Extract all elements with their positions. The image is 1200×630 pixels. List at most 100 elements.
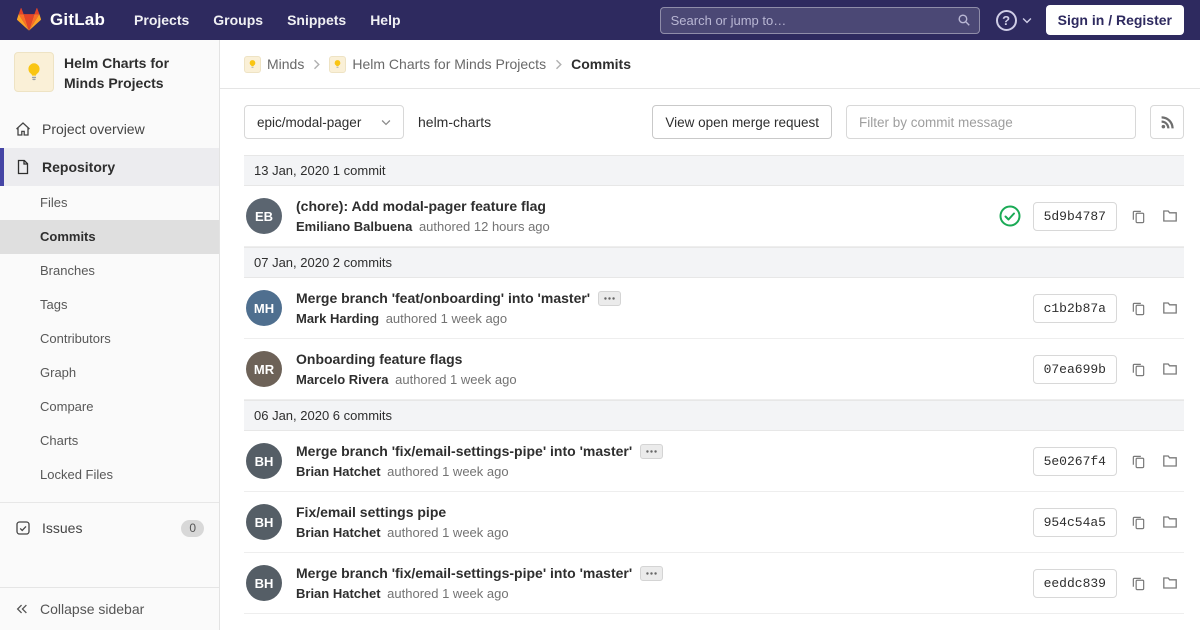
author-avatar[interactable]: BH	[246, 565, 282, 601]
avatar-initials: EB	[254, 208, 274, 224]
author-avatar[interactable]: MH	[246, 290, 282, 326]
sign-in-button[interactable]: Sign in / Register	[1045, 5, 1184, 35]
brand-name: GitLab	[50, 10, 106, 29]
browse-files-button[interactable]	[1160, 206, 1180, 226]
commit-authored-time: authored 1 week ago	[395, 372, 517, 387]
commit-author-link[interactable]: Brian Hatchet	[296, 464, 381, 479]
help-dropdown[interactable]: ?	[995, 9, 1032, 31]
commit-actions: 5d9b4787	[987, 201, 1180, 231]
toggle-commit-description-button[interactable]	[640, 443, 664, 459]
navbar-link-projects[interactable]: Projects	[123, 6, 200, 34]
commit-sha-link[interactable]: eeddc839	[1032, 568, 1117, 598]
sidebar-item-issues[interactable]: Issues 0	[0, 509, 219, 548]
commit-filter-input[interactable]	[846, 105, 1136, 139]
commit-sha-link[interactable]: c1b2b87a	[1032, 293, 1117, 323]
commit-sha-link[interactable]: 954c54a5	[1032, 507, 1117, 537]
avatar-initials: MR	[253, 361, 275, 377]
ellipsis-icon	[604, 296, 615, 300]
commit-title-link[interactable]: (chore): Add modal-pager feature flag	[296, 198, 546, 214]
chevron-down-icon	[381, 119, 391, 125]
sidebar-subitem-tags[interactable]: Tags	[0, 288, 219, 322]
collapse-icon	[16, 604, 27, 614]
commit-sha-link[interactable]: 5d9b4787	[1032, 201, 1117, 231]
collapse-sidebar-button[interactable]: Collapse sidebar	[0, 587, 219, 630]
sidebar-nav: Project overview Repository Files Commits…	[0, 110, 219, 548]
tanuki-logo-icon	[16, 8, 42, 31]
commit-title-link[interactable]: Merge branch 'fix/email-settings-pipe' i…	[296, 565, 632, 581]
sidebar-subitem-files[interactable]: Files	[0, 186, 219, 220]
navbar-link-snippets[interactable]: Snippets	[276, 6, 357, 34]
commits-feed-button[interactable]	[1150, 105, 1184, 139]
commit-authored-time: authored 1 week ago	[385, 311, 508, 326]
author-avatar[interactable]: BH	[246, 504, 282, 540]
breadcrumb-group-link[interactable]: Minds	[244, 55, 304, 73]
project-sidebar: Helm Charts for Minds Projects Project o…	[0, 40, 220, 630]
sidebar-subitem-commits[interactable]: Commits	[0, 219, 219, 254]
copy-icon	[1132, 210, 1145, 223]
author-avatar[interactable]: BH	[246, 443, 282, 479]
commit-author-link[interactable]: Emiliano Balbuena	[296, 219, 412, 234]
search-input[interactable]	[659, 6, 980, 34]
commit-row: MR Onboarding feature flags Marcelo Rive…	[244, 339, 1184, 400]
pipeline-status-passed-icon[interactable]	[999, 205, 1021, 227]
toggle-commit-description-button[interactable]	[640, 565, 664, 581]
browse-files-button[interactable]	[1160, 512, 1180, 532]
sidebar-subitem-compare[interactable]: Compare	[0, 390, 219, 424]
copy-commit-sha-button[interactable]	[1129, 299, 1148, 318]
commits-page: epic/modal-pager helm-charts View open m…	[220, 89, 1200, 630]
sidebar-item-label: Repository	[42, 158, 116, 175]
navbar-link-groups[interactable]: Groups	[202, 6, 274, 34]
commit-sha-link[interactable]: 5e0267f4	[1032, 446, 1117, 476]
home-icon	[16, 121, 30, 136]
browse-files-button[interactable]	[1160, 573, 1180, 593]
toggle-commit-description-button[interactable]	[598, 290, 622, 306]
sidebar-subitem-locked-files[interactable]: Locked Files	[0, 458, 219, 492]
sidebar-subitem-branches[interactable]: Branches	[0, 254, 219, 288]
folder-icon	[1163, 516, 1177, 528]
view-open-merge-request-button[interactable]: View open merge request	[652, 105, 832, 139]
commit-row: BH Merge branch 'fix/email-settings-pipe…	[244, 553, 1184, 614]
commit-info: Merge branch 'fix/email-settings-pipe' i…	[296, 565, 1021, 601]
copy-commit-sha-button[interactable]	[1129, 513, 1148, 532]
browse-files-button[interactable]	[1160, 359, 1180, 379]
repo-root-link[interactable]: helm-charts	[418, 114, 491, 130]
commit-title-row: Onboarding feature flags	[296, 351, 1021, 367]
ellipsis-icon	[646, 571, 657, 575]
branch-name: epic/modal-pager	[257, 114, 362, 130]
commit-title-link[interactable]: Merge branch 'feat/onboarding' into 'mas…	[296, 290, 590, 306]
commit-title-link[interactable]: Onboarding feature flags	[296, 351, 462, 367]
navbar-link-help[interactable]: Help	[359, 6, 411, 34]
breadcrumb-project-link[interactable]: Helm Charts for Minds Projects	[329, 55, 546, 73]
commit-author-link[interactable]: Mark Harding	[296, 311, 379, 326]
sidebar-item-project-overview[interactable]: Project overview	[0, 110, 219, 148]
copy-commit-sha-button[interactable]	[1129, 360, 1148, 379]
commit-group-rows: EB (chore): Add modal-pager feature flag…	[244, 186, 1184, 247]
commit-author-link[interactable]: Marcelo Rivera	[296, 372, 389, 387]
commit-actions: c1b2b87a	[1021, 293, 1180, 323]
sidebar-subitem-charts[interactable]: Charts	[0, 424, 219, 458]
commit-sha-link[interactable]: 07ea699b	[1032, 354, 1117, 384]
browse-files-button[interactable]	[1160, 298, 1180, 318]
sidebar-subitem-contributors[interactable]: Contributors	[0, 322, 219, 356]
gitlab-home-link[interactable]: GitLab	[16, 8, 105, 32]
sidebar-item-repository[interactable]: Repository	[0, 147, 219, 186]
author-avatar[interactable]: EB	[246, 198, 282, 234]
copy-commit-sha-button[interactable]	[1129, 574, 1148, 593]
commit-author-link[interactable]: Brian Hatchet	[296, 586, 381, 601]
sidebar-subitem-graph[interactable]: Graph	[0, 356, 219, 390]
page-layout: Helm Charts for Minds Projects Project o…	[0, 40, 1200, 630]
sidebar-project-link[interactable]: Helm Charts for Minds Projects	[0, 40, 219, 104]
commit-author-link[interactable]: Brian Hatchet	[296, 525, 381, 540]
copy-commit-sha-button[interactable]	[1129, 207, 1148, 226]
branch-selector-dropdown[interactable]: epic/modal-pager	[244, 105, 404, 139]
commit-row: BH Merge branch 'fix/email-settings-pipe…	[244, 431, 1184, 492]
commit-row: BH Fix/email settings pipe Brian Hatchet…	[244, 492, 1184, 553]
chevron-right-icon	[553, 59, 564, 70]
commit-authored-time: authored 1 week ago	[387, 525, 509, 540]
commit-title-link[interactable]: Fix/email settings pipe	[296, 504, 446, 520]
commit-title-link[interactable]: Merge branch 'fix/email-settings-pipe' i…	[296, 443, 632, 459]
copy-commit-sha-button[interactable]	[1129, 452, 1148, 471]
browse-files-button[interactable]	[1160, 451, 1180, 471]
author-avatar[interactable]: MR	[246, 351, 282, 387]
commit-title-row: Merge branch 'feat/onboarding' into 'mas…	[296, 290, 1021, 306]
